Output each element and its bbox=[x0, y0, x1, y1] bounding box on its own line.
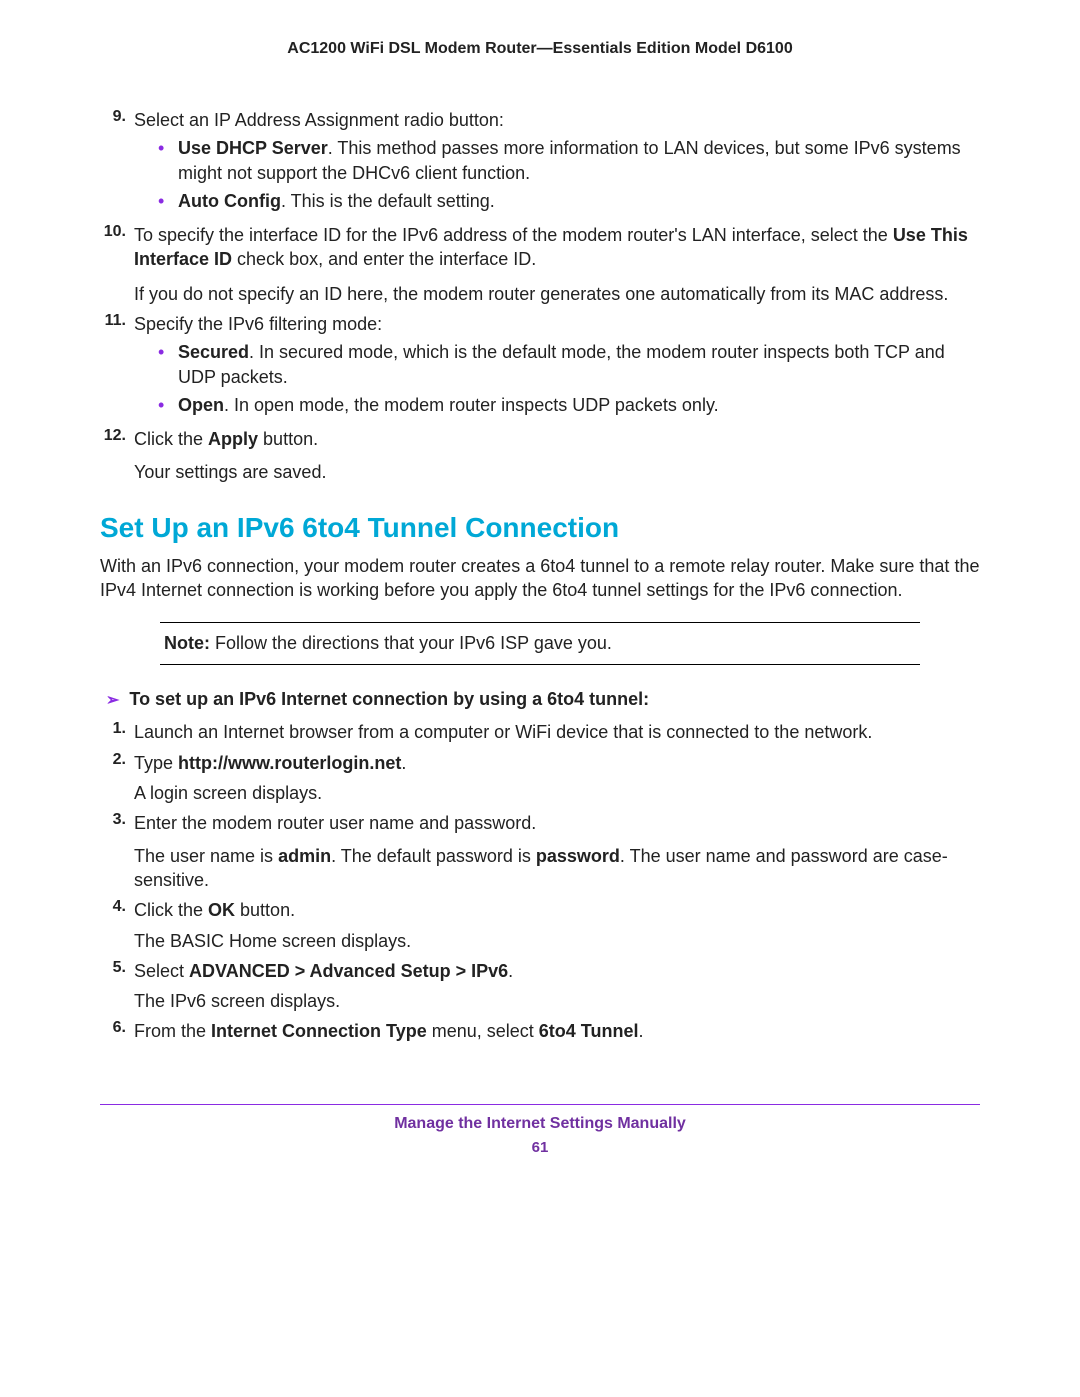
step-body: From the Internet Connection Type menu, … bbox=[134, 1019, 980, 1043]
t: The BASIC Home screen displays. bbox=[134, 931, 411, 951]
bullet-bold: Secured bbox=[178, 342, 249, 362]
t-bold: Internet Connection Type bbox=[211, 1021, 427, 1041]
t: If you do not specify an ID here, the mo… bbox=[134, 284, 948, 304]
bullet-text: Auto Config. This is the default setting… bbox=[178, 189, 980, 213]
t: Select bbox=[134, 961, 189, 981]
bullet-text: Use DHCP Server. This method passes more… bbox=[178, 136, 980, 185]
page: AC1200 WiFi DSL Modem Router—Essentials … bbox=[0, 0, 1080, 1186]
step-body: Select ADVANCED > Advanced Setup > IPv6.… bbox=[134, 959, 980, 1014]
step-9: 9. Select an IP Address Assignment radio… bbox=[100, 108, 980, 217]
bullet-icon: • bbox=[158, 340, 178, 389]
step-11: 11. Specify the IPv6 filtering mode: • S… bbox=[100, 312, 980, 421]
t: Type bbox=[134, 753, 178, 773]
step-body: Click the Apply button. Your settings ar… bbox=[134, 427, 980, 484]
t: . bbox=[638, 1021, 643, 1041]
t-bold: password bbox=[536, 846, 620, 866]
t: Enter the modem router user name and pas… bbox=[134, 813, 536, 833]
bullet-icon: • bbox=[158, 393, 178, 417]
bullet-bold: Auto Config bbox=[178, 191, 281, 211]
step-number: 1. bbox=[100, 720, 134, 744]
t: . bbox=[401, 753, 406, 773]
t: A login screen displays. bbox=[134, 783, 322, 803]
arrow-icon: ➢ bbox=[106, 690, 119, 710]
t-bold: http://www.routerlogin.net bbox=[178, 753, 401, 773]
step-body: Click the OK button. The BASIC Home scre… bbox=[134, 898, 980, 953]
bullet-bold: Use DHCP Server bbox=[178, 138, 328, 158]
note-label: Note: bbox=[164, 633, 210, 653]
t: The user name is bbox=[134, 846, 278, 866]
step-number: 11. bbox=[100, 312, 134, 421]
step-number: 10. bbox=[100, 223, 134, 306]
t-bold: Apply bbox=[208, 429, 258, 449]
t: menu, select bbox=[427, 1021, 539, 1041]
bullet-dhcp: • Use DHCP Server. This method passes mo… bbox=[158, 136, 980, 185]
step-number: 9. bbox=[100, 108, 134, 217]
t-bold: admin bbox=[278, 846, 331, 866]
t: To specify the interface ID for the IPv6… bbox=[134, 225, 893, 245]
bullet-bold: Open bbox=[178, 395, 224, 415]
t-bold: ADVANCED > Advanced Setup > IPv6 bbox=[189, 961, 508, 981]
bullet-rest: . In secured mode, which is the default … bbox=[178, 342, 945, 386]
bullet-rest: . This is the default setting. bbox=[281, 191, 495, 211]
bullet-text: Secured. In secured mode, which is the d… bbox=[178, 340, 980, 389]
step-number: 6. bbox=[100, 1019, 134, 1043]
footer-rule bbox=[100, 1104, 980, 1105]
t: The IPv6 screen displays. bbox=[134, 991, 340, 1011]
section-heading: Set Up an IPv6 6to4 Tunnel Connection bbox=[100, 512, 980, 544]
footer-section-title: Manage the Internet Settings Manually bbox=[100, 1115, 980, 1133]
t: button. bbox=[235, 900, 295, 920]
note-box: Note: Follow the directions that your IP… bbox=[160, 622, 920, 665]
step-body: To specify the interface ID for the IPv6… bbox=[134, 223, 980, 306]
step-body: Enter the modem router user name and pas… bbox=[134, 811, 980, 892]
t: Click the bbox=[134, 900, 208, 920]
procedure-lead: ➢ To set up an IPv6 Internet connection … bbox=[106, 689, 980, 710]
t: From the bbox=[134, 1021, 211, 1041]
step-body: Specify the IPv6 filtering mode: • Secur… bbox=[134, 312, 980, 421]
t: . The default password is bbox=[331, 846, 536, 866]
bullet-rest: . In open mode, the modem router inspect… bbox=[224, 395, 719, 415]
t-bold: OK bbox=[208, 900, 235, 920]
step-lead: Specify the IPv6 filtering mode: bbox=[134, 314, 382, 334]
t: Click the bbox=[134, 429, 208, 449]
bullet-autoconfig: • Auto Config. This is the default setti… bbox=[158, 189, 980, 213]
t: Your settings are saved. bbox=[134, 462, 326, 482]
doc-header: AC1200 WiFi DSL Modem Router—Essentials … bbox=[100, 40, 980, 58]
bullet-secured: • Secured. In secured mode, which is the… bbox=[158, 340, 980, 389]
step-number: 12. bbox=[100, 427, 134, 484]
proc-step-3: 3. Enter the modem router user name and … bbox=[100, 811, 980, 892]
step-number: 3. bbox=[100, 811, 134, 892]
t: check box, and enter the interface ID. bbox=[232, 249, 536, 269]
bullet-icon: • bbox=[158, 189, 178, 213]
bullet-icon: • bbox=[158, 136, 178, 185]
step-body: Launch an Internet browser from a comput… bbox=[134, 720, 980, 744]
t-bold: 6to4 Tunnel bbox=[539, 1021, 639, 1041]
page-number: 61 bbox=[100, 1139, 980, 1156]
proc-step-2: 2. Type http://www.routerlogin.net. A lo… bbox=[100, 751, 980, 806]
step-12: 12. Click the Apply button. Your setting… bbox=[100, 427, 980, 484]
procedure-title: To set up an IPv6 Internet connection by… bbox=[129, 689, 649, 710]
proc-step-6: 6. From the Internet Connection Type men… bbox=[100, 1019, 980, 1043]
step-body: Type http://www.routerlogin.net. A login… bbox=[134, 751, 980, 806]
step-lead: Select an IP Address Assignment radio bu… bbox=[134, 110, 504, 130]
step-number: 4. bbox=[100, 898, 134, 953]
step-10: 10. To specify the interface ID for the … bbox=[100, 223, 980, 306]
t: button. bbox=[258, 429, 318, 449]
proc-step-4: 4. Click the OK button. The BASIC Home s… bbox=[100, 898, 980, 953]
t: . bbox=[508, 961, 513, 981]
section-intro: With an IPv6 connection, your modem rout… bbox=[100, 554, 980, 603]
bullet-text: Open. In open mode, the modem router ins… bbox=[178, 393, 980, 417]
step-number: 2. bbox=[100, 751, 134, 806]
note-text: Follow the directions that your IPv6 ISP… bbox=[210, 633, 612, 653]
proc-step-5: 5. Select ADVANCED > Advanced Setup > IP… bbox=[100, 959, 980, 1014]
bullet-open: • Open. In open mode, the modem router i… bbox=[158, 393, 980, 417]
step-number: 5. bbox=[100, 959, 134, 1014]
step-body: Select an IP Address Assignment radio bu… bbox=[134, 108, 980, 217]
proc-step-1: 1. Launch an Internet browser from a com… bbox=[100, 720, 980, 744]
